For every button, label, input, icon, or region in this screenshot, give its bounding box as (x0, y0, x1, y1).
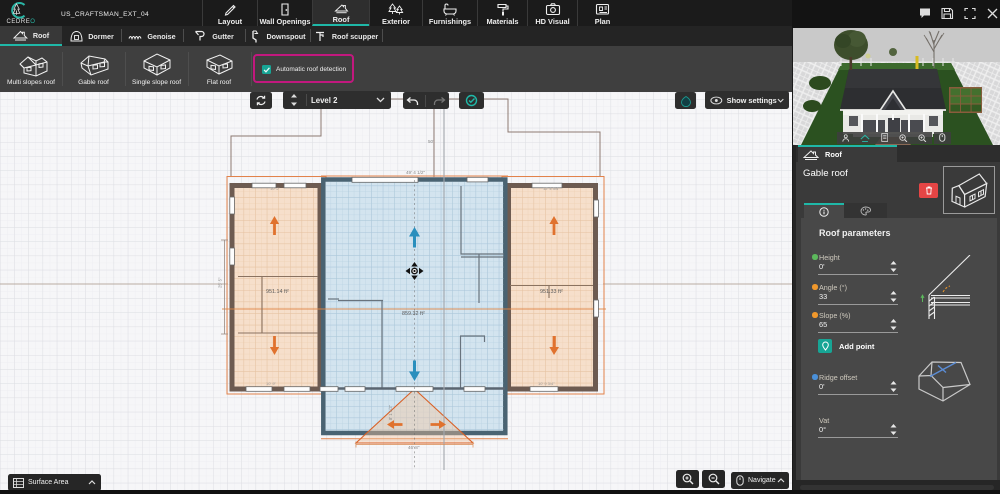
svg-text:10' 9": 10' 9" (266, 381, 277, 386)
svg-text:CEDREO: CEDREO (7, 19, 36, 25)
svg-text:951.33 ft²: 951.33 ft² (540, 289, 563, 295)
svg-text:10' 2": 10' 2" (270, 186, 281, 191)
svg-text:951.14 ft²: 951.14 ft² (266, 289, 289, 295)
svg-text:859.32 ft²: 859.32 ft² (402, 311, 425, 317)
svg-text:49' 4 1/2": 49' 4 1/2" (406, 170, 425, 175)
svg-text:50': 50' (428, 139, 434, 144)
svg-text:46' 8": 46' 8" (408, 445, 420, 450)
svg-text:10' 9 3/4": 10' 9 3/4" (538, 381, 555, 386)
svg-text:8' 1 1/2": 8' 1 1/2" (388, 404, 393, 420)
svg-text:12' 4 3/4": 12' 4 3/4" (543, 186, 560, 191)
svg-text:25' 5": 25' 5" (218, 277, 223, 288)
